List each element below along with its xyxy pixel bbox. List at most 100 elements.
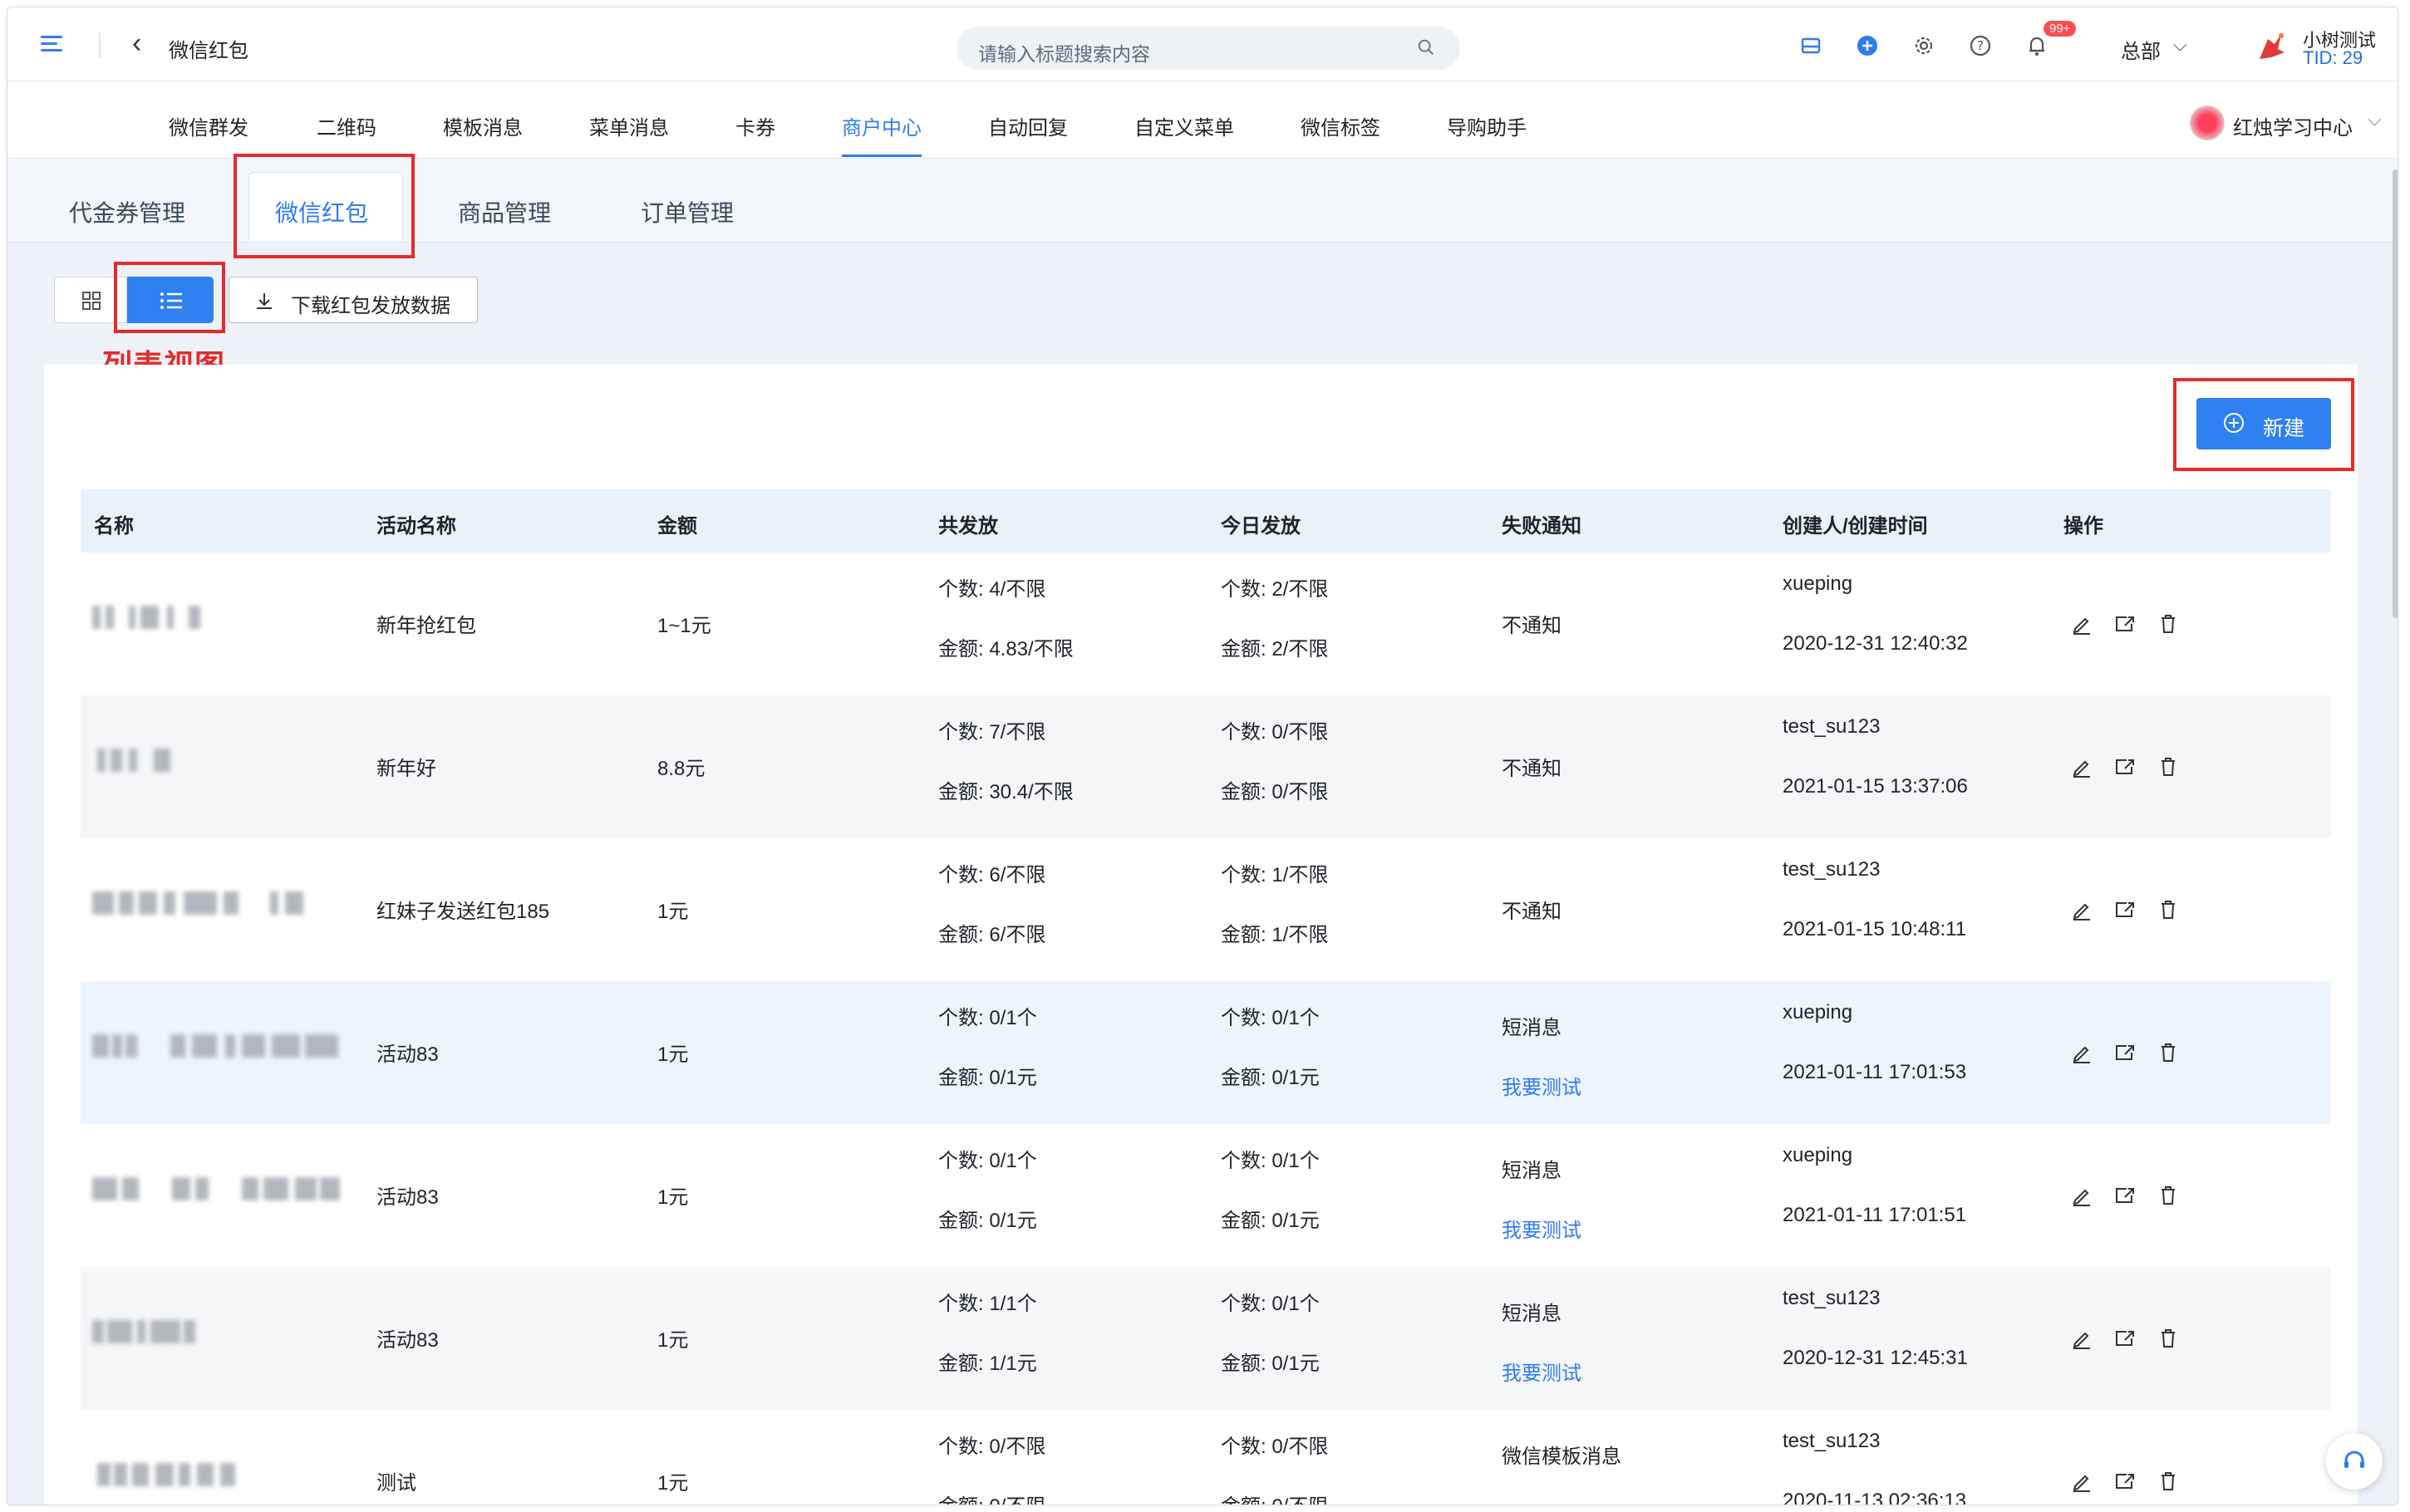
trash-icon[interactable] [2157, 1184, 2180, 1207]
tab-voucher[interactable]: 代金券管理 [69, 195, 185, 228]
user-avatar[interactable] [2253, 27, 2290, 64]
total-amount-cell: 金额: 0/不限 [938, 1490, 1045, 1505]
amount-cell: 8.8元 [657, 758, 706, 780]
today-count-cell: 个数: 0/1个 [1221, 1150, 1320, 1172]
nav-item-wechat-tag[interactable]: 微信标签 [1301, 111, 1380, 140]
trash-icon[interactable] [2157, 1327, 2180, 1350]
edit-icon[interactable] [2070, 1327, 2093, 1350]
share-icon[interactable] [2113, 1184, 2137, 1207]
col-name: 名称 [94, 515, 134, 538]
edit-icon[interactable] [2070, 1184, 2093, 1207]
chevron-down-icon[interactable]: ⌵ [2368, 109, 2382, 130]
back-icon[interactable]: ‹ [132, 29, 141, 57]
total-count-cell: 个数: 4/不限 [938, 578, 1046, 601]
today-amount-cell: 金额: 0/1元 [1221, 1067, 1320, 1089]
trash-icon[interactable] [2157, 1470, 2180, 1493]
trash-icon[interactable] [2157, 898, 2180, 921]
notify-link[interactable]: 我要测试 [1502, 1071, 1581, 1100]
bell-icon[interactable] [2025, 34, 2048, 57]
tab-products[interactable]: 商品管理 [458, 195, 551, 228]
created-time-cell: 2020-11-13 02:36:13 [1783, 1490, 1967, 1505]
org-avatar[interactable] [2190, 106, 2225, 140]
amount-cell: 1元 [657, 1043, 689, 1066]
app-window: ‹ 微信红包 请输入标题搜索内容 ? 99+ 总部 ⌵ 小树测试 TID: 29… [7, 7, 2398, 1505]
table-row: 测试 1元 个数: 0/不限金额: 0/不限 个数: 0/不限金额: 0/不限 微信模板… [81, 1410, 2331, 1505]
total-amount-cell: 金额: 0/1元 [938, 1067, 1037, 1089]
today-amount-cell: 金额: 1/不限 [1221, 924, 1329, 946]
tab-orders[interactable]: 订单管理 [641, 195, 734, 228]
share-icon[interactable] [2113, 898, 2137, 921]
share-icon[interactable] [2113, 755, 2137, 778]
creator-cell: test_su123 [1783, 858, 1881, 881]
edit-icon[interactable] [2070, 1041, 2093, 1064]
activity-cell: 新年好 [376, 758, 436, 780]
notify-link[interactable]: 我要测试 [1502, 1214, 1581, 1243]
share-icon[interactable] [2113, 612, 2137, 636]
total-amount-cell: 金额: 30.4/不限 [938, 781, 1074, 803]
gear-icon[interactable] [1912, 34, 1935, 57]
nav-item-template-msg[interactable]: 模板消息 [443, 111, 523, 140]
org-name[interactable]: 红烛学习中心 [2233, 111, 2353, 140]
created-time-cell: 2020-12-31 12:40:32 [1783, 632, 1968, 655]
edit-icon[interactable] [2070, 1470, 2093, 1493]
created-time-cell: 2021-01-15 13:37:06 [1783, 775, 1968, 798]
created-time-cell: 2020-12-31 12:45:31 [1783, 1347, 1968, 1369]
table-row: 红妹子发送红包185 1元 个数: 6/不限 金额: 6/不限 个数: 1/不限 金额: … [81, 838, 2331, 981]
nav-item-merchant-center[interactable]: 商户中心 [842, 111, 922, 140]
share-icon[interactable] [2113, 1327, 2137, 1350]
nav-item-shopping-guide[interactable]: 导购助手 [1447, 111, 1527, 140]
share-icon[interactable] [2113, 1041, 2137, 1064]
nav-item-menu-msg[interactable]: 菜单消息 [589, 111, 669, 140]
creator-cell: test_su123 [1783, 1287, 1881, 1309]
activity-cell: 测试 [376, 1472, 416, 1495]
notify-link[interactable]: 我要测试 [1502, 1357, 1581, 1386]
created-time-cell: 2021-01-11 17:01:51 [1783, 1204, 1967, 1226]
edit-icon[interactable] [2070, 898, 2093, 921]
col-activity: 活动名称 [376, 515, 456, 538]
notify-cell: 短消息 [1502, 1017, 1562, 1039]
today-count-cell: 个数: 0/不限 [1221, 721, 1329, 744]
notification-badge: 99+ [2044, 21, 2077, 37]
nav-item-custom-menu[interactable]: 自定义菜单 [1134, 111, 1234, 140]
org-selector[interactable]: 总部 [2121, 35, 2161, 64]
inbox-icon[interactable] [1799, 34, 1822, 57]
notify-cell: 微信模板消息 [1502, 1446, 1621, 1468]
page-title: 微信红包 [169, 40, 248, 62]
activity-cell: 新年抢红包 [376, 615, 476, 637]
edit-icon[interactable] [2070, 612, 2093, 636]
total-count-cell: 个数: 0/不限 [938, 1436, 1046, 1458]
trash-icon[interactable] [2157, 1041, 2180, 1064]
edit-icon[interactable] [2070, 755, 2093, 778]
user-tid: TID: 29 [2303, 47, 2363, 68]
headset-icon [2344, 1451, 2364, 1468]
today-count-cell: 个数: 2/不限 [1221, 578, 1329, 601]
trash-icon[interactable] [2157, 612, 2180, 636]
help-icon[interactable]: ? [1969, 34, 1992, 57]
nav-item-coupon[interactable]: 卡券 [735, 111, 775, 140]
today-amount-cell: 金额: 0/不限 [1221, 1490, 1328, 1505]
chevron-down-icon[interactable]: ⌵ [2173, 34, 2187, 56]
col-actions: 操作 [2063, 515, 2103, 538]
total-count-cell: 个数: 0/1个 [938, 1007, 1037, 1029]
nav-item-qrcode[interactable]: 二维码 [317, 111, 376, 140]
activity-cell: 红妹子发送红包185 [376, 901, 550, 923]
trash-icon[interactable] [2157, 755, 2180, 778]
total-amount-cell: 金额: 6/不限 [938, 924, 1046, 946]
nav-item-group-send[interactable]: 微信群发 [169, 111, 248, 140]
nav-item-auto-reply[interactable]: 自动回复 [988, 111, 1068, 140]
menu-toggle-icon[interactable] [41, 36, 62, 52]
notify-cell: 不通知 [1502, 901, 1562, 923]
activity-cell: 活动83 [376, 1043, 439, 1066]
table-row: 活动83 1元 个数: 1/1个 金额: 1/1元 个数: 0/1个 金额: 0/1元 短消… [81, 1267, 2331, 1410]
add-circle-icon[interactable] [1856, 34, 1879, 57]
search-icon[interactable] [1417, 38, 1435, 56]
notify-link[interactable]: 中奖通知 [1502, 1500, 1581, 1505]
total-amount-cell: 金额: 1/1元 [938, 1352, 1037, 1375]
scrollbar[interactable] [2393, 169, 2398, 618]
col-creator: 创建人/创建时间 [1783, 515, 1928, 538]
support-button[interactable] [2326, 1433, 2383, 1490]
download-button[interactable]: 下载红包发放数据 [229, 277, 478, 323]
search-input[interactable]: 请输入标题搜索内容 [957, 27, 1460, 70]
share-icon[interactable] [2113, 1470, 2137, 1493]
today-amount-cell: 金额: 0/1元 [1221, 1352, 1320, 1375]
